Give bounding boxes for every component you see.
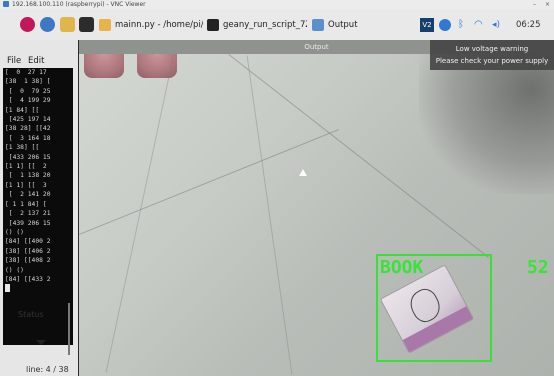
notification-message: Please check your power supply xyxy=(435,57,549,65)
detection-label: BOOK xyxy=(380,257,424,278)
terminal-line: [ 2 137 21 xyxy=(5,210,51,218)
terminal-line: [425 197 14 xyxy=(5,116,51,124)
terminal-line: [1 84] [[ xyxy=(5,106,47,114)
camera-feed: BOOK 52 xyxy=(79,54,554,376)
task-label: geany_run_script_7ZK... xyxy=(223,20,307,30)
task-label: Output xyxy=(328,20,358,30)
terminal-line: [84] [[433 2 xyxy=(5,275,51,283)
terminal-output[interactable]: [ 0 27 17 [38 1 38] [ [ 0 79 25 [ 4 199 2… xyxy=(3,68,73,345)
terminal-line: [ 0 27 17 xyxy=(5,69,47,76)
detection-score: 52 xyxy=(527,257,549,278)
terminal-icon[interactable] xyxy=(79,17,94,32)
terminal-line: [439 206 15 xyxy=(5,219,51,227)
notification-title: Low voltage warning xyxy=(455,45,529,53)
terminal-line: () () xyxy=(5,266,24,274)
left-foot-image xyxy=(84,54,124,78)
floor-crack xyxy=(79,129,339,235)
minimize-icon[interactable]: – xyxy=(533,0,536,9)
update-icon[interactable] xyxy=(439,19,451,31)
line-info: line: 4 / 38 xyxy=(26,365,69,374)
terminal-line: [433 206 15 xyxy=(5,153,51,161)
bluetooth-icon[interactable]: ᛒ xyxy=(458,19,468,31)
mouse-cursor-icon xyxy=(299,169,307,176)
terminal-app-window: File Edit [ 0 27 17 [38 1 38] [ [ 0 79 25… xyxy=(0,40,78,376)
raspberry-menu-icon[interactable] xyxy=(20,17,35,32)
terminal-line: [84] [[400 2 xyxy=(5,238,51,246)
file-manager-icon[interactable] xyxy=(60,17,75,32)
task-output[interactable]: Output xyxy=(312,17,382,33)
terminal-line: [ 1 138 20 xyxy=(5,172,51,180)
menu-file[interactable]: File xyxy=(7,56,21,66)
browser-icon[interactable] xyxy=(40,17,55,32)
terminal-line: [ 0 79 25 xyxy=(5,87,51,95)
chevron-down-icon[interactable] xyxy=(36,340,46,345)
task-geany-editor[interactable]: mainn.py - /home/pi/De... xyxy=(99,17,203,33)
terminal-line: [ 1 1 84] [ xyxy=(5,200,47,208)
terminal-line: () () xyxy=(5,228,24,236)
output-window: Output BOOK 52 xyxy=(79,40,554,376)
vnc-window-title: 192.168.100.110 (raspberrypi) - VNC View… xyxy=(12,1,146,8)
status-tab[interactable]: Status xyxy=(18,310,44,319)
terminal-line: [ 4 199 29 xyxy=(5,97,51,105)
panel-divider xyxy=(68,303,70,355)
vnc-server-icon[interactable]: V2 xyxy=(420,18,434,32)
tile-line xyxy=(246,55,293,375)
terminal-line: [ 3 164 18 xyxy=(5,134,51,142)
close-icon[interactable]: × xyxy=(545,0,550,9)
task-run-script[interactable]: geany_run_script_7ZK... xyxy=(207,17,307,33)
vnc-logo-icon xyxy=(3,1,9,7)
window-icon xyxy=(312,19,324,31)
taskbar: mainn.py - /home/pi/De... geany_run_scri… xyxy=(0,9,554,40)
menu-edit[interactable]: Edit xyxy=(28,56,44,66)
terminal-line: [1 1] [[ 2 xyxy=(5,163,47,171)
terminal-line: [38] [[408 2 xyxy=(5,257,51,265)
terminal-cursor xyxy=(5,284,10,293)
terminal-line: [38] [[406 2 xyxy=(5,247,51,255)
shadow-region xyxy=(419,54,554,194)
tile-line xyxy=(105,57,174,373)
terminal-line: [38 28] [[42 xyxy=(5,125,51,133)
terminal-line: [ 2 141 20 xyxy=(5,191,51,199)
low-voltage-notification[interactable]: Low voltage warning Please check your po… xyxy=(430,40,554,70)
terminal-window-icon xyxy=(207,19,219,31)
clock: 06:25 xyxy=(516,20,541,30)
geany-icon xyxy=(99,19,111,31)
task-label: mainn.py - /home/pi/De... xyxy=(115,20,203,30)
terminal-line: [1 38] [[ xyxy=(5,144,47,152)
system-tray: V2 ᛒ ◠ ◂) 06:25 xyxy=(420,17,541,33)
wifi-icon[interactable]: ◠ xyxy=(474,19,486,31)
volume-icon[interactable]: ◂) xyxy=(492,19,504,31)
terminal-line: [1 1] [[ 3 xyxy=(5,181,47,189)
terminal-line: [38 1 38] [ xyxy=(5,78,51,86)
